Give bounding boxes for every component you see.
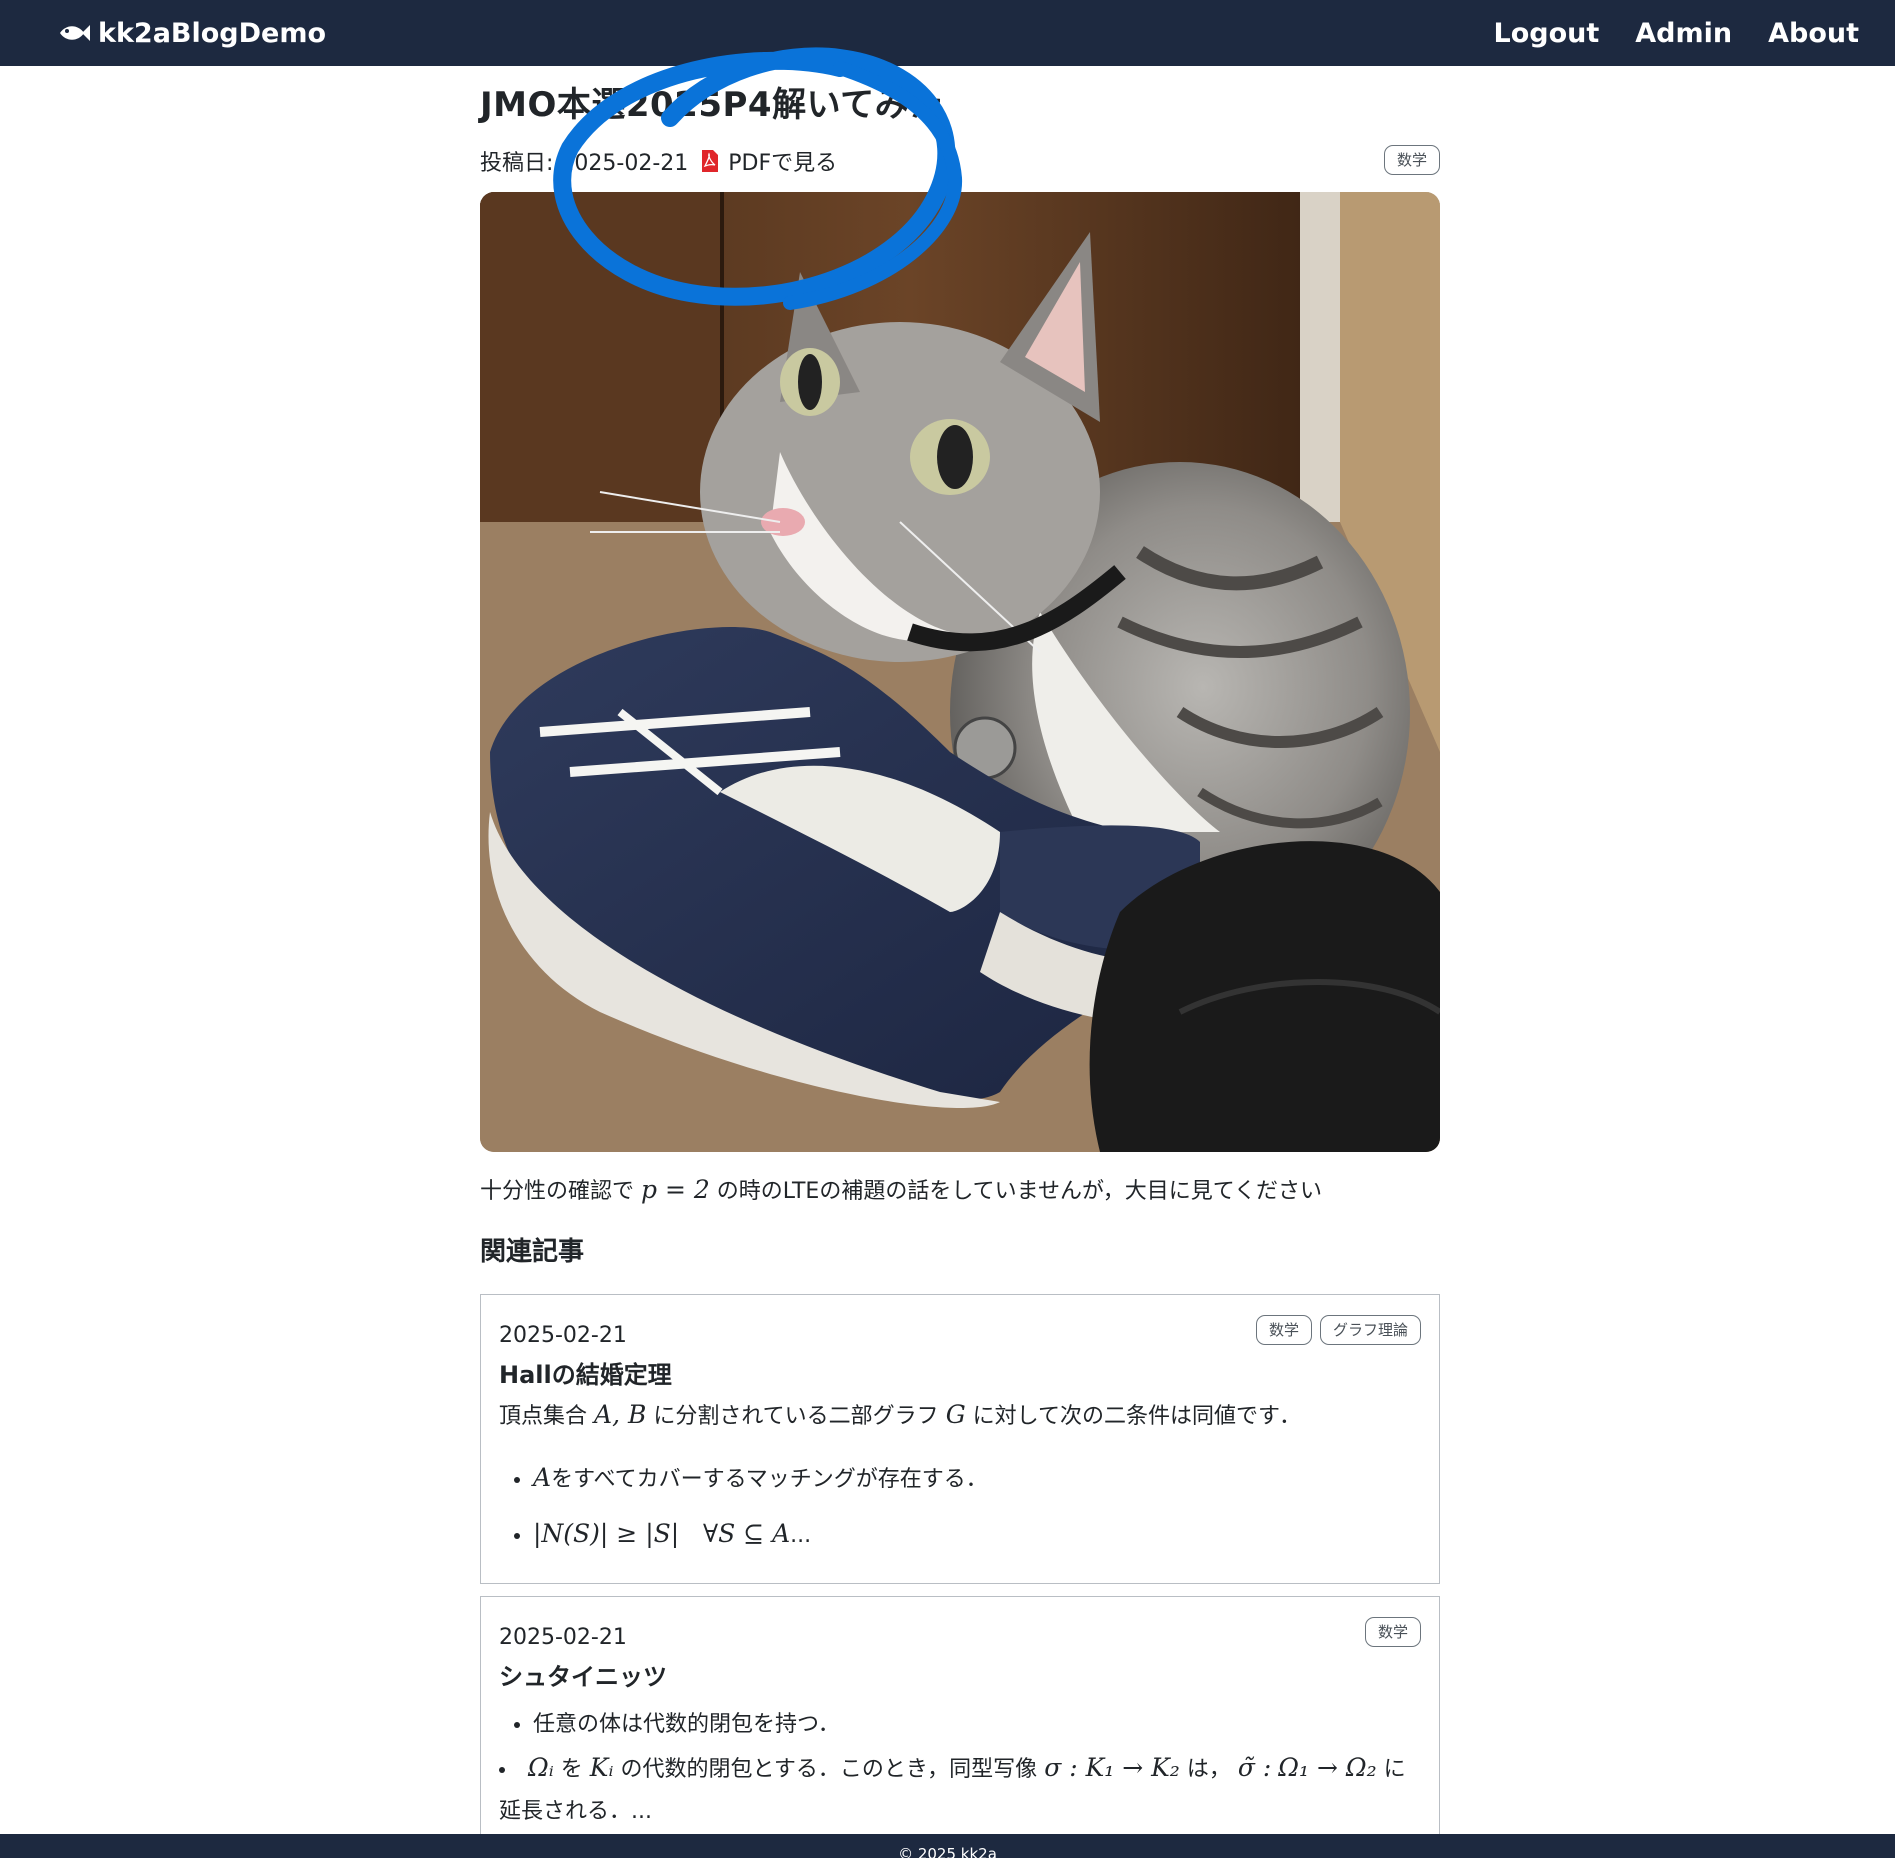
pdf-file-icon	[702, 150, 719, 172]
list-item-text: ...	[790, 1522, 812, 1548]
post-body: 十分性の確認で p = 2 の時のLTEの補題の話をしていませんが，大目に見てく…	[480, 1170, 1440, 1210]
card-spacer	[480, 1584, 1440, 1596]
cat-on-sneakers-photo	[480, 192, 1440, 1152]
post-body-text-1: 十分性の確認で	[480, 1179, 635, 1204]
card-intro-text-3: に対して次の二条件は同値です．	[972, 1403, 1302, 1429]
card-tags: 数学 グラフ理論	[1248, 1314, 1421, 1345]
list-item-text: の代数的閉包とする．このとき，同型写像	[620, 1756, 1038, 1782]
list-item-math: A	[533, 1462, 552, 1492]
related-card-hall[interactable]: 数学 グラフ理論 2025-02-21 Hallの結婚定理 頂点集合 A, B …	[480, 1293, 1440, 1584]
post-meta: 投稿日: 2025-02-21 PDFで見る 数学	[480, 142, 1440, 180]
brand-name: kk2aBlogDemo	[98, 17, 327, 49]
list-item-math: Kᵢ	[589, 1752, 614, 1782]
list-item: Ωᵢ を Kᵢ の代数的閉包とする．このとき，同型写像 σ : K₁ → K₂ …	[499, 1747, 1421, 1833]
card-tag-math[interactable]: 数学	[1255, 1314, 1312, 1345]
card-intro-text-1: 頂点集合	[499, 1403, 588, 1429]
list-item-math: Ωᵢ	[528, 1752, 554, 1782]
post-tag[interactable]: 数学	[1383, 145, 1440, 175]
list-item-text: を	[560, 1756, 583, 1782]
card-theorem-list: 任意の体は代数的閉包を持つ． Ωᵢ を Kᵢ の代数的閉包とする．このとき，同型…	[499, 1703, 1421, 1833]
nav-about-link[interactable]: About	[1768, 18, 1859, 49]
card-condition-list: Aをすべてカバーするマッチングが存在する． |N(S)| ≥ |S| ∀S ⊆ …	[499, 1451, 1421, 1563]
card-intro: 頂点集合 A, B に分割されている二部グラフ G に対して次の二条件は同値です…	[499, 1395, 1421, 1437]
page-footer: © 2025 kk2a	[0, 1834, 1895, 1858]
card-tags: 数学	[1357, 1616, 1421, 1647]
card-title[interactable]: Hallの結婚定理	[499, 1355, 1421, 1395]
post-body-text-2: の時のLTEの補題の話をしていませんが，大目に見てください	[716, 1179, 1323, 1204]
card-date: 2025-02-21	[499, 1624, 627, 1650]
related-heading: 関連記事	[480, 1237, 585, 1267]
list-item: |N(S)| ≥ |S| ∀S ⊆ A...	[533, 1507, 1421, 1563]
card-intro-math-1: A, B	[594, 1399, 647, 1429]
list-item-text: をすべてカバーするマッチングが存在する．	[551, 1466, 988, 1492]
list-item-text: は，	[1186, 1756, 1231, 1782]
post-body-math: p = 2	[641, 1175, 710, 1204]
card-tag-math[interactable]: 数学	[1364, 1616, 1421, 1647]
related-card-steinitz[interactable]: 数学 2025-02-21 シュタイニッツ 任意の体は代数的閉包を持つ． Ωᵢ …	[480, 1595, 1440, 1854]
nav-logout-link[interactable]: Logout	[1493, 18, 1599, 49]
post-title: JMO本選2025P4解いてみた	[480, 85, 944, 125]
nav-links: Logout Admin About	[1457, 18, 1859, 49]
nav-admin-link[interactable]: Admin	[1635, 18, 1732, 49]
card-intro-math-2: G	[945, 1399, 966, 1429]
list-item: Aをすべてカバーするマッチングが存在する．	[533, 1451, 1421, 1507]
list-item-math: Ω₁ → Ω₂	[1278, 1752, 1377, 1782]
card-tag-graph-theory[interactable]: グラフ理論	[1319, 1314, 1421, 1345]
card-intro-text-2: に分割されている二部グラフ	[653, 1403, 939, 1429]
post-date: 投稿日: 2025-02-21	[480, 151, 689, 176]
list-item: 任意の体は代数的閉包を持つ．	[533, 1703, 1421, 1747]
pdf-link-label: PDFで見る	[728, 151, 838, 176]
post-container: JMO本選2025P4解いてみた 投稿日: 2025-02-21 PDFで見る …	[480, 66, 1440, 1854]
brand-link[interactable]: kk2aBlogDemo	[58, 18, 326, 49]
fish-icon	[60, 25, 90, 41]
list-item-math: σ : K₁ → K₂	[1044, 1752, 1180, 1782]
list-item-math: σ̃ :	[1237, 1752, 1272, 1782]
list-item-math: |N(S)| ≥ |S| ∀S ⊆ A	[533, 1518, 791, 1548]
card-title[interactable]: シュタイニッツ	[499, 1657, 1421, 1697]
pdf-link[interactable]: PDFで見る	[702, 145, 837, 177]
footer-copyright: © 2025 kk2a	[898, 1845, 997, 1858]
post-image	[480, 192, 1440, 1152]
top-navbar: kk2aBlogDemo Logout Admin About	[0, 0, 1895, 66]
